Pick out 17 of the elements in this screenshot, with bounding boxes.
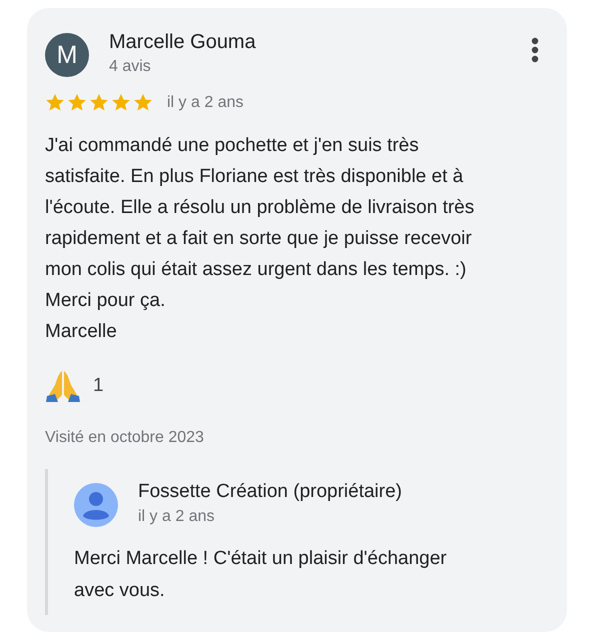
star-icon — [89, 93, 109, 112]
avatar: M — [45, 33, 89, 77]
user-avatar-icon — [74, 483, 118, 527]
review-date: il y a 2 ans — [167, 94, 244, 112]
reaction-count: 1 — [93, 375, 104, 397]
praying-hands-icon[interactable] — [45, 369, 81, 403]
star-icon — [111, 93, 131, 112]
author-name[interactable]: Marcelle Gouma — [109, 29, 525, 55]
reply-date: il y a 2 ans — [138, 507, 216, 527]
owner-name: Fossette Création (propriétaire) — [138, 480, 403, 504]
star-icon — [45, 93, 65, 112]
reply-text: Merci Marcelle ! C'était un plaisir d'échanger avec vous. — [74, 547, 448, 603]
star-icon — [133, 93, 153, 112]
review-count: 4 avis — [109, 57, 152, 77]
review-text: J'ai commandé une pochette et j'en suis très satisfaite. En plus Floriane est très disponible et à l'écoute. Elle a résolu un problème de livraison très rapidement et a fait en sorte que je puisse recevoir mon colis qui était assez urgent dans les temps. :) Merci pour ça. Marcelle — [45, 134, 476, 344]
star-icon — [67, 93, 87, 112]
visit-date: Visité en octobre 2023 — [45, 429, 205, 447]
